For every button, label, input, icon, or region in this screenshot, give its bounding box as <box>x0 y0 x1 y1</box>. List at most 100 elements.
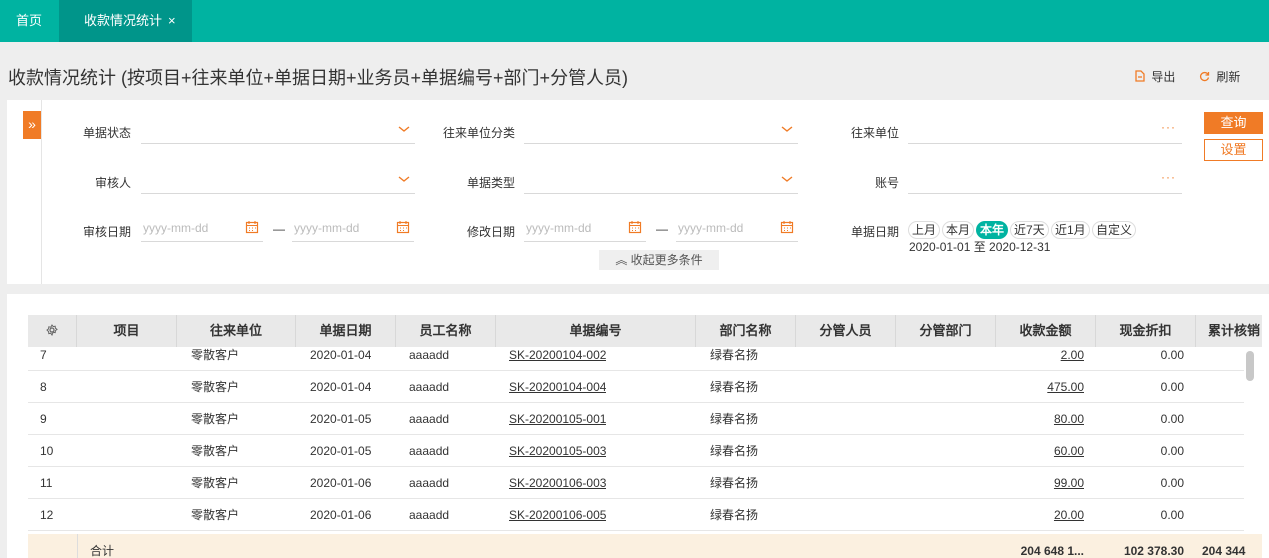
cell-doc-no-link[interactable]: SK-20200105-001 <box>509 403 606 435</box>
account-label: 账号 <box>874 176 899 190</box>
modify-date-label: 修改日期 <box>466 225 515 239</box>
table-row[interactable]: 11 零散客户 2020-01-06 aaaadd SK-20200106-00… <box>28 467 1244 499</box>
cell-amount-link[interactable]: 20.00 <box>996 499 1084 531</box>
period-last-7-days[interactable]: 近7天 <box>1010 221 1049 239</box>
col-header-doc-no[interactable]: 单据编号 <box>496 315 696 347</box>
range-separator: — <box>656 222 668 236</box>
date-placeholder: yyyy-mm-dd <box>678 221 744 235</box>
cell-doc-no-link[interactable]: SK-20200106-003 <box>509 467 606 499</box>
cell-doc-no-link[interactable]: SK-20200106-005 <box>509 499 606 531</box>
refresh-button[interactable]: 刷新 <box>1199 68 1240 85</box>
cell-partner: 零散客户 <box>191 444 240 458</box>
account-picker[interactable]: ··· <box>908 170 1182 194</box>
col-header-amount[interactable]: 收款金额 <box>996 315 1096 347</box>
tab-receipt-stats-label: 收款情况统计 <box>84 13 163 28</box>
period-last-1-month[interactable]: 近1月 <box>1051 221 1090 239</box>
col-header-manager[interactable]: 分管人员 <box>796 315 896 347</box>
reviewer-select[interactable] <box>141 170 415 194</box>
table-row[interactable]: 8 零散客户 2020-01-04 aaaadd SK-20200104-004… <box>28 371 1244 403</box>
settings-button[interactable]: 设置 <box>1204 139 1263 161</box>
chevron-down-icon <box>398 126 410 132</box>
review-date-start-input[interactable]: yyyy-mm-dd <box>141 218 263 242</box>
cell-amount-link[interactable]: 60.00 <box>996 435 1084 467</box>
col-header-writeoff[interactable]: 累计核销 <box>1196 315 1262 347</box>
cell-amount-link[interactable]: 2.00 <box>996 347 1084 371</box>
cell-partner: 零散客户 <box>191 508 240 522</box>
total-amount: 204 648 1... <box>1020 544 1084 558</box>
date-placeholder: yyyy-mm-dd <box>526 221 592 235</box>
more-conditions-label: 收起更多条件 <box>630 253 703 267</box>
period-custom[interactable]: 自定义 <box>1092 221 1137 239</box>
more-options-icon[interactable]: ··· <box>1161 170 1176 184</box>
doc-type-label: 单据类型 <box>466 176 515 190</box>
export-button[interactable]: 导出 <box>1135 68 1175 85</box>
review-date-end-input[interactable]: yyyy-mm-dd <box>292 218 414 242</box>
page-title: 收款情况统计 (按项目+往来单位+单据日期+业务员+单据编号+部门+分管人员) <box>8 68 629 88</box>
col-header-employee[interactable]: 员工名称 <box>396 315 496 347</box>
col-header-partner[interactable]: 往来单位 <box>177 315 296 347</box>
partner-picker[interactable]: ··· <box>908 120 1182 144</box>
col-header-discount[interactable]: 现金折扣 <box>1096 315 1196 347</box>
divider <box>77 534 78 558</box>
chevron-down-icon <box>398 176 410 182</box>
grid-body: 7 零散客户 2020-01-04 aaaadd SK-20200104-002… <box>28 347 1244 532</box>
modify-date-end-input[interactable]: yyyy-mm-dd <box>676 218 798 242</box>
review-date-label: 审核日期 <box>82 225 131 239</box>
cell-doc-no-link[interactable]: SK-20200104-004 <box>509 371 606 403</box>
scrollbar-thumb[interactable] <box>1246 351 1254 381</box>
data-grid: 项目 往来单位 单据日期 员工名称 单据编号 部门名称 分管人员 分管部门 收款… <box>28 315 1262 558</box>
collapse-sidebar-button[interactable]: » <box>23 111 41 139</box>
cell-date: 2020-01-06 <box>310 476 372 490</box>
table-row[interactable]: 10 零散客户 2020-01-05 aaaadd SK-20200105-00… <box>28 435 1244 467</box>
query-button[interactable]: 查询 <box>1204 112 1263 134</box>
cell-discount: 0.00 <box>1160 508 1184 522</box>
cell-dept: 绿春名扬 <box>710 508 759 522</box>
cell-discount: 0.00 <box>1160 476 1184 490</box>
close-icon[interactable]: × <box>168 13 176 28</box>
cell-dept: 绿春名扬 <box>710 476 759 490</box>
doc-date-range-text: 2020-01-01 至 2020-12-31 <box>909 240 1051 254</box>
cell-amount-link[interactable]: 99.00 <box>996 467 1084 499</box>
chevron-up-icon: ︽ <box>615 253 628 267</box>
table-row[interactable]: 9 零散客户 2020-01-05 aaaadd SK-20200105-001… <box>28 403 1244 435</box>
export-icon <box>1135 70 1148 84</box>
modify-date-start-input[interactable]: yyyy-mm-dd <box>524 218 646 242</box>
gear-icon <box>46 324 58 337</box>
cell-amount-link[interactable]: 80.00 <box>996 403 1084 435</box>
partner-category-label: 往来单位分类 <box>442 126 515 140</box>
cell-partner: 零散客户 <box>191 476 240 490</box>
calendar-icon <box>628 221 642 234</box>
reviewer-label: 审核人 <box>94 176 131 190</box>
cell-employee: aaaadd <box>409 444 450 458</box>
doc-status-select[interactable] <box>141 120 415 144</box>
row-number: 11 <box>40 476 53 490</box>
tab-home[interactable]: 首页 <box>0 0 58 42</box>
cell-doc-no-link[interactable]: SK-20200104-002 <box>509 347 606 371</box>
cell-amount-link[interactable]: 475.00 <box>996 371 1084 403</box>
cell-date: 2020-01-06 <box>310 508 372 522</box>
doc-status-label: 单据状态 <box>82 126 131 140</box>
grid-total-row: 合计 204 648 1... 102 378.30 204 344 <box>28 534 1262 558</box>
col-header-dept[interactable]: 部门名称 <box>696 315 796 347</box>
total-writeoff: 204 344 <box>1202 544 1246 558</box>
collapse-more-conditions-button[interactable]: ︽ 收起更多条件 <box>599 250 719 270</box>
period-last-month[interactable]: 上月 <box>908 221 941 239</box>
table-row[interactable]: 12 零散客户 2020-01-06 aaaadd SK-20200106-00… <box>28 499 1244 531</box>
col-header-project[interactable]: 项目 <box>77 315 177 347</box>
cell-discount: 0.00 <box>1160 412 1184 426</box>
doc-type-select[interactable] <box>524 170 798 194</box>
table-row[interactable]: 7 零散客户 2020-01-04 aaaadd SK-20200104-002… <box>28 347 1244 371</box>
more-options-icon[interactable]: ··· <box>1161 120 1176 134</box>
col-header-doc-date[interactable]: 单据日期 <box>296 315 396 347</box>
export-label: 导出 <box>1151 70 1176 84</box>
column-settings-button[interactable] <box>28 315 77 347</box>
cell-doc-no-link[interactable]: SK-20200105-003 <box>509 435 606 467</box>
cell-employee: aaaadd <box>409 476 450 490</box>
period-this-month[interactable]: 本月 <box>942 221 975 239</box>
period-this-year[interactable]: 本年 <box>976 221 1009 239</box>
partner-category-select[interactable] <box>524 120 798 144</box>
cell-discount: 0.00 <box>1160 348 1184 362</box>
cell-employee: aaaadd <box>409 380 450 394</box>
tab-receipt-stats[interactable]: 收款情况统计 × <box>59 0 192 42</box>
col-header-manager-dept[interactable]: 分管部门 <box>896 315 996 347</box>
